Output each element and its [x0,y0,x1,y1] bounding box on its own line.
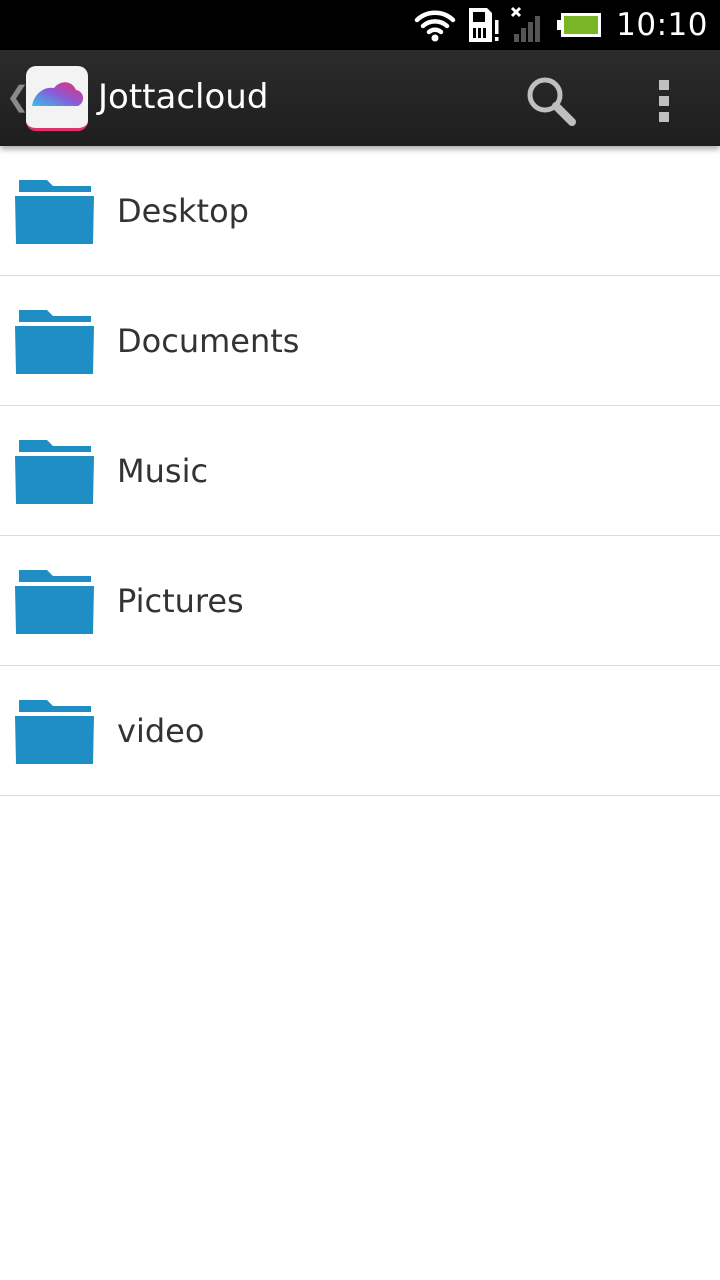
wifi-icon [414,10,456,42]
folder-icon [15,180,94,244]
folder-icon [15,570,94,634]
overflow-menu-icon [659,80,669,122]
folder-list: Desktop Documents Music Pictures video [0,146,720,796]
jottacloud-logo[interactable] [26,66,88,131]
list-item[interactable]: Music [0,406,720,536]
folder-name: Desktop [117,192,249,230]
app-title: Jottacloud [98,77,269,117]
status-bar: 10:10 [0,0,720,50]
folder-name: Music [117,452,209,490]
folder-name: Documents [117,322,300,360]
status-icons: 10:10 [404,0,708,50]
search-button[interactable] [524,74,578,128]
search-icon [527,77,576,126]
folder-name: Pictures [117,582,244,620]
cloud-logo-icon [32,82,84,106]
signal-off-icon [511,6,541,42]
folder-icon [15,310,94,374]
status-clock: 10:10 [616,7,708,43]
folder-icon [15,700,94,764]
action-bar: ❮ Jottacloud [0,50,720,146]
list-item[interactable]: Pictures [0,536,720,666]
list-item[interactable]: Desktop [0,146,720,276]
folder-name: video [117,712,205,750]
folder-icon [15,440,94,504]
list-item[interactable]: Documents [0,276,720,406]
battery-icon [557,13,602,37]
list-item[interactable]: video [0,666,720,796]
overflow-menu-button[interactable] [640,74,688,128]
sd-card-icon [469,8,499,42]
